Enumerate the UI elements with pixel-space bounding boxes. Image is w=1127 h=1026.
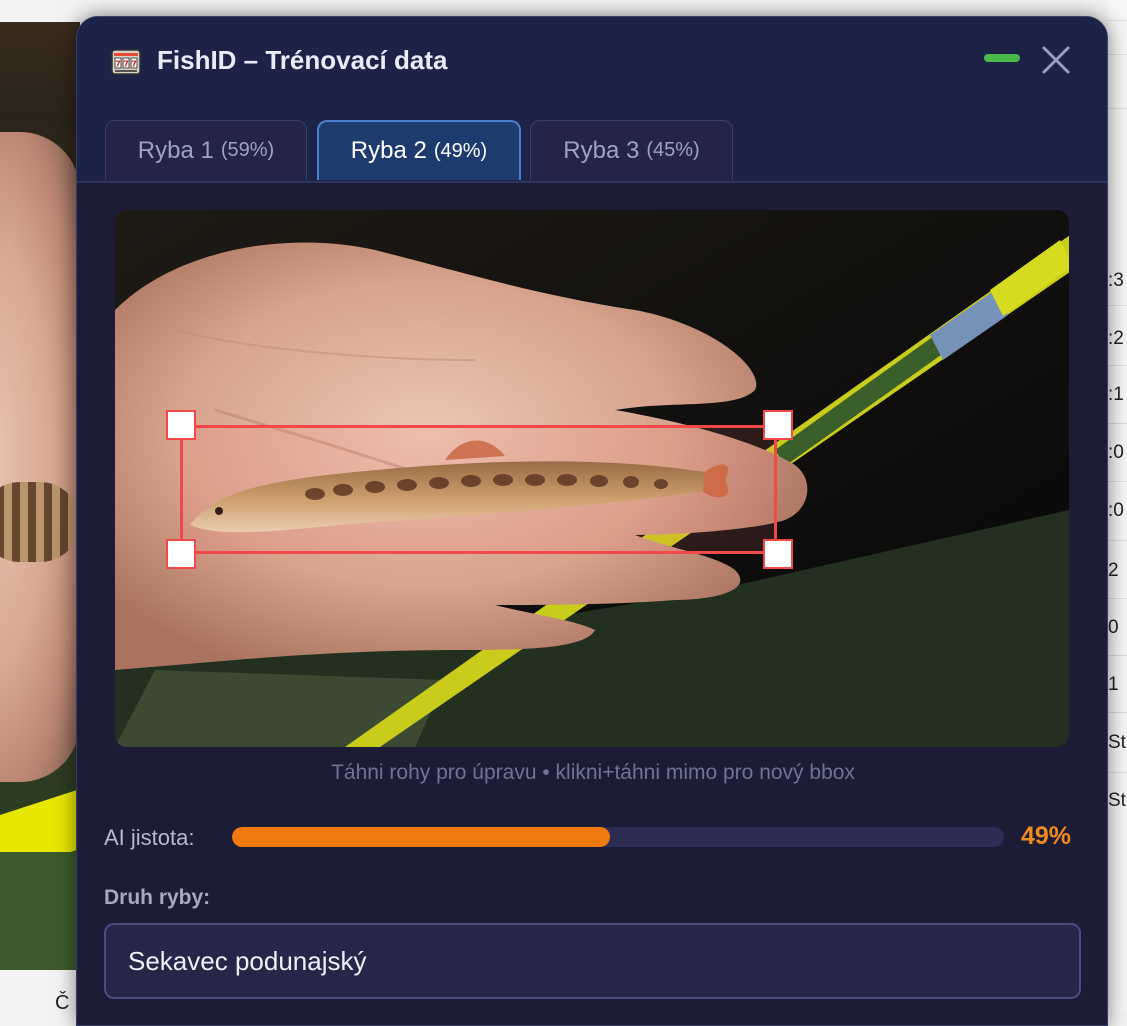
background-list-item: :1	[1108, 384, 1124, 405]
background-list-item: :3	[1108, 270, 1124, 291]
minimize-icon	[984, 54, 1020, 62]
background-list-item: :0	[1108, 442, 1124, 463]
tab-percent: (45%)	[646, 139, 700, 161]
tab-ryba-2[interactable]: Ryba 2 (49%)	[317, 120, 521, 180]
confidence-bar	[232, 827, 1004, 847]
background-list-item: St	[1108, 732, 1126, 753]
slot-machine-icon: 7 7 7	[111, 49, 141, 75]
annotation-canvas[interactable]	[115, 210, 1069, 747]
background-list-item: 2	[1108, 560, 1119, 581]
tab-percent: (59%)	[220, 139, 275, 161]
background-hand	[0, 132, 80, 782]
svg-text:7: 7	[123, 60, 129, 69]
background-fish	[0, 482, 80, 562]
tab-label: Ryba 1	[137, 136, 214, 164]
background-list-item: 1	[1108, 674, 1119, 695]
species-input[interactable]	[104, 923, 1081, 999]
bbox-handle-bottom-right[interactable]	[763, 539, 793, 569]
bbox-hint: Táhni rohy pro úpravu • klikni+táhni mim…	[331, 761, 855, 784]
fish-tabs: Ryba 1 (59%) Ryba 2 (49%) Ryba 3 (45%)	[77, 101, 1107, 183]
tab-ryba-3[interactable]: Ryba 3 (45%)	[530, 120, 733, 180]
fishid-dialog: 7 7 7 FishID – Trénovací data Ryba 1 (59%…	[76, 16, 1108, 1026]
svg-text:7: 7	[115, 60, 121, 69]
tab-content: Táhni rohy pro úpravu • klikni+táhni mim…	[77, 183, 1107, 1025]
background-list-item: :2	[1108, 328, 1124, 349]
close-icon	[1042, 46, 1070, 74]
background-list: :3 :2 :1 :0 :0 2 0 1 St St	[1108, 0, 1127, 1012]
confidence-label: AI jistota:	[104, 825, 195, 850]
background-list-item: 0	[1108, 617, 1119, 638]
bbox-handle-top-right[interactable]	[763, 410, 793, 440]
background-list-item: :0	[1108, 500, 1124, 521]
tab-label: Ryba 3	[563, 136, 640, 164]
minimize-button[interactable]	[984, 53, 1020, 63]
close-button[interactable]	[1040, 44, 1072, 76]
species-label: Druh ryby:	[104, 886, 211, 909]
svg-text:7: 7	[131, 60, 137, 69]
window-title: FishID – Trénovací data	[157, 45, 448, 75]
tab-percent: (49%)	[433, 139, 488, 162]
confidence-bar-fill	[232, 827, 611, 847]
bounding-box[interactable]	[180, 425, 777, 554]
tab-ryba-1[interactable]: Ryba 1 (59%)	[105, 120, 307, 180]
confidence-value: 49%	[1021, 822, 1072, 850]
background-list-item: St	[1108, 790, 1126, 811]
title-bar[interactable]: 7 7 7 FishID – Trénovací data	[77, 17, 1107, 102]
bbox-handle-bottom-left[interactable]	[166, 539, 196, 569]
tab-label: Ryba 2	[350, 137, 427, 164]
background-water	[0, 852, 80, 970]
background-photo	[0, 22, 80, 970]
bbox-handle-top-left[interactable]	[166, 410, 196, 440]
